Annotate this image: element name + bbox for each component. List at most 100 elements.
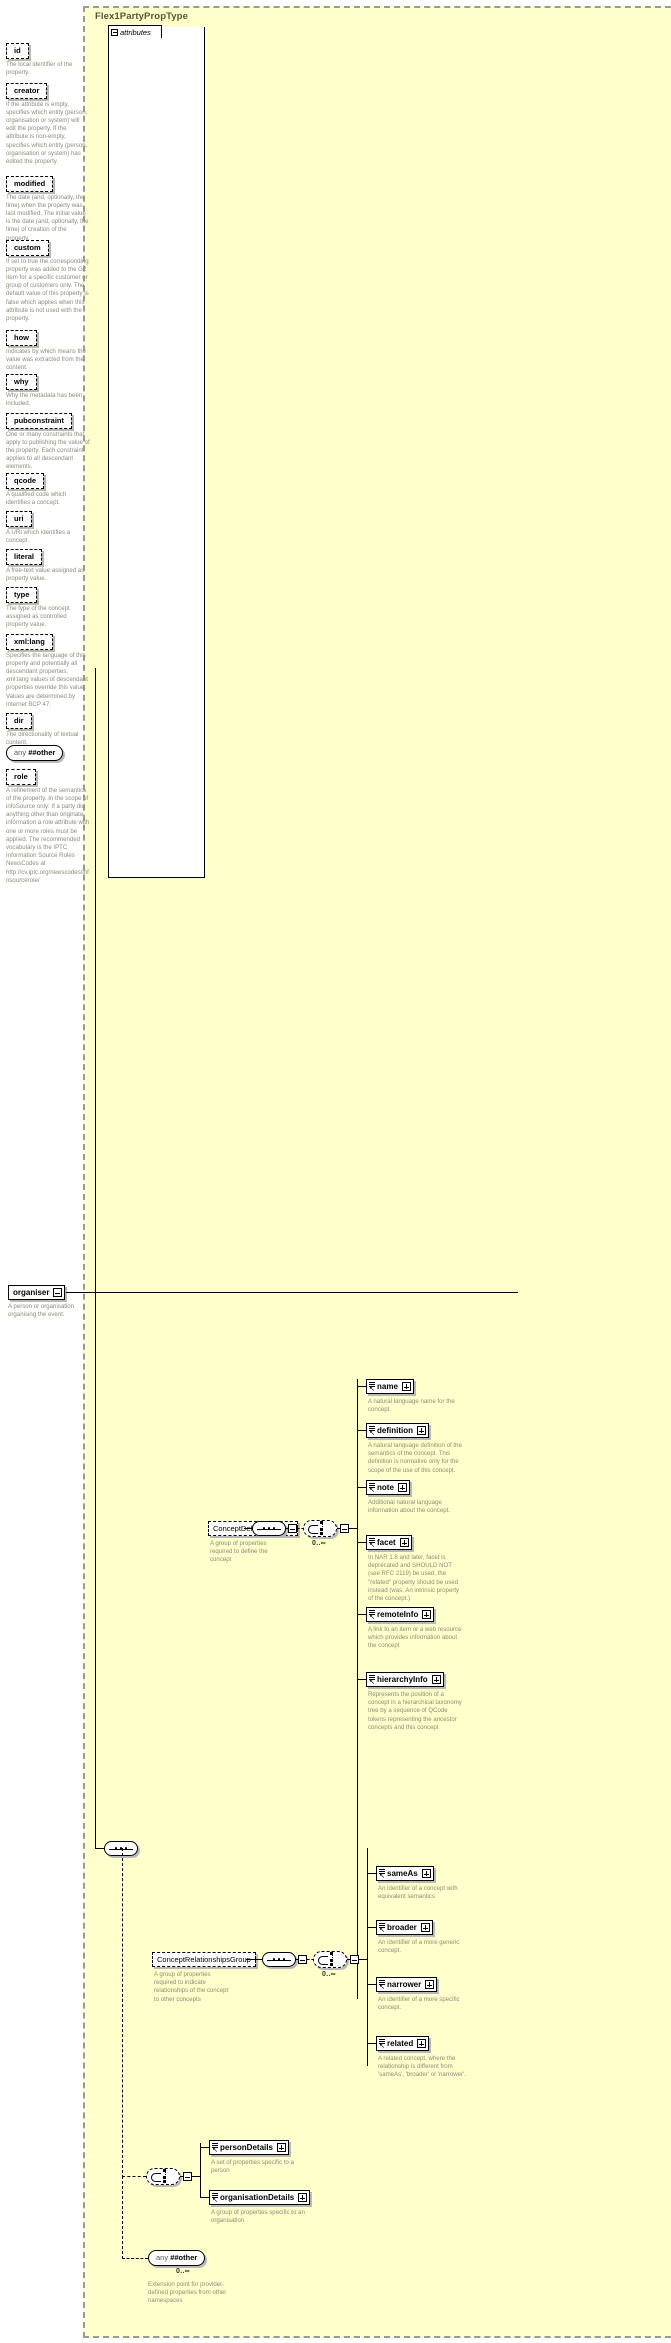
reference-icon: ↗ [378,1979,385,1991]
organiser-description: A person or organisation organising the … [8,1303,75,1319]
attribute-name[interactable]: xml:lang [6,634,53,650]
organiser-box[interactable]: organiser [8,1285,66,1300]
reference-icon: ↗ [368,1425,375,1437]
connector [357,1379,358,1999]
element-description: An identifier of a more specific concept… [378,1996,460,2012]
attribute-name[interactable]: id [6,43,29,59]
choice-line [165,2172,167,2183]
any-element[interactable]: any ##other [6,745,64,761]
group1-sequence-node[interactable] [252,1521,286,1536]
collapse-icon[interactable] [340,1524,349,1533]
connector [357,1430,366,1431]
attribute-description: A qualified code which identifies a conc… [6,490,67,506]
element-broader[interactable]: ↗ broader [376,1920,433,1935]
namespace-token: ##other [170,2253,198,2262]
element-organisationdetails[interactable]: ↗ organisationDetails [209,2190,311,2205]
any-keyword: any [14,748,29,757]
connector [367,1848,368,2066]
element-description: Additional natural language information … [368,1499,450,1515]
attribute-name[interactable]: literal [6,549,43,565]
details-choice-node[interactable] [146,2168,180,2185]
attribute-name[interactable]: type [6,587,38,603]
attribute-why: why Why the metadata has been included. [6,371,90,408]
attribute-qcode: qcode A qualified code which identifies a… [6,470,90,507]
element-name[interactable]: ↗ name [366,1379,414,1394]
collapse-icon[interactable] [350,1955,359,1964]
connector [66,1292,518,1293]
element-label: name [377,1382,398,1391]
expand-icon[interactable] [421,1869,431,1878]
attribute-name[interactable]: modified [6,176,54,192]
connector [347,1959,351,1960]
connector [286,1528,289,1529]
connector [357,1614,366,1615]
attribute-name[interactable]: creator [6,83,48,99]
element-description: A link to an item or a web resource whic… [368,1626,462,1650]
choice-arc [318,1956,328,1965]
expand-icon[interactable] [425,1980,435,1989]
namespace-token: ##other [28,748,56,757]
choice-line [322,1524,324,1535]
expand-icon[interactable] [298,2193,308,2202]
attribute-description: Why the metadata has been included. [6,391,83,407]
expand-icon[interactable] [417,1426,426,1435]
element-remoteinfo[interactable]: ↗ remoteInfo [366,1607,435,1622]
group-description: A group of properties required to indica… [154,1971,229,2003]
group-label: ConceptRelationshipsGroup [157,1955,251,1964]
expand-icon[interactable] [417,2039,427,2048]
attribute-name[interactable]: uri [6,511,32,527]
organiser-label: organiser [13,1288,50,1297]
main-sequence-node[interactable] [104,1841,138,1856]
group-description: A group of properties required to define… [210,1540,268,1564]
reference-icon: ↗ [368,1537,375,1549]
element-narrower[interactable]: ↗ narrower [376,1977,438,1992]
attribute-description: One or many constraints that apply to pu… [6,430,90,471]
connector [122,2176,123,2259]
element-note[interactable]: ↗ note [366,1480,410,1495]
element-description: An identifier of a more generic concept. [378,1939,460,1955]
element-hierarchyinfo[interactable]: ↗ hierarchyInfo [366,1672,444,1687]
attribute-name[interactable]: how [6,330,37,346]
element-definition[interactable]: ↗ definition [366,1423,429,1438]
element-description: A related concept, where the relationshi… [378,2055,466,2079]
element-related[interactable]: ↗ related [376,2036,430,2051]
expand-icon[interactable] [397,1483,407,1492]
element-organiser[interactable]: organiser [8,1285,66,1300]
group1-choice-node[interactable] [303,1520,337,1537]
group2-sequence-node[interactable] [262,1952,296,1967]
attribute-name[interactable]: why [6,374,37,390]
attribute-uri: uri A URI which identifies a concept. [6,508,90,545]
attributes-tab[interactable]: attributes [108,25,162,38]
attributes-label: attributes [120,27,151,37]
extension-any-element[interactable]: any ##other [148,2250,206,2266]
attribute-name[interactable]: custom [6,240,49,256]
expand-icon[interactable] [401,1382,411,1391]
attribute-name[interactable]: role [6,769,36,785]
collapse-icon[interactable] [298,1955,307,1964]
reference-icon: ↗ [211,2192,218,2204]
connector [357,1386,366,1387]
group2-choice-node[interactable] [313,1951,347,1968]
attribute-name[interactable]: dir [6,713,32,729]
expand-icon[interactable] [276,2143,286,2152]
element-persondetails[interactable]: ↗ personDetails [209,2140,289,2155]
collapse-icon[interactable] [288,1524,297,1533]
element-label: note [377,1483,394,1492]
collapse-icon[interactable] [111,28,118,36]
expand-icon[interactable] [422,1610,432,1619]
attribute-name[interactable]: pubconstraint [6,413,72,429]
connector [192,2176,200,2177]
element-description: Represents the position of a concept in … [368,1691,462,1731]
reference-icon: ↗ [211,2142,218,2154]
expand-icon[interactable] [431,1675,441,1684]
expand-icon[interactable] [399,1538,409,1547]
element-facet[interactable]: ↗ facet [366,1535,412,1550]
group-concept-relationships[interactable]: ConceptRelationshipsGroup [152,1952,256,1967]
element-sameas[interactable]: ↗ sameAs [376,1866,434,1881]
attribute-name[interactable]: qcode [6,473,45,489]
connector [367,1927,376,1928]
collapse-icon[interactable] [183,2172,192,2181]
expand-icon[interactable] [420,1923,430,1932]
element-description: A natural language name for the concept. [368,1398,455,1414]
collapse-icon[interactable] [53,1288,63,1297]
